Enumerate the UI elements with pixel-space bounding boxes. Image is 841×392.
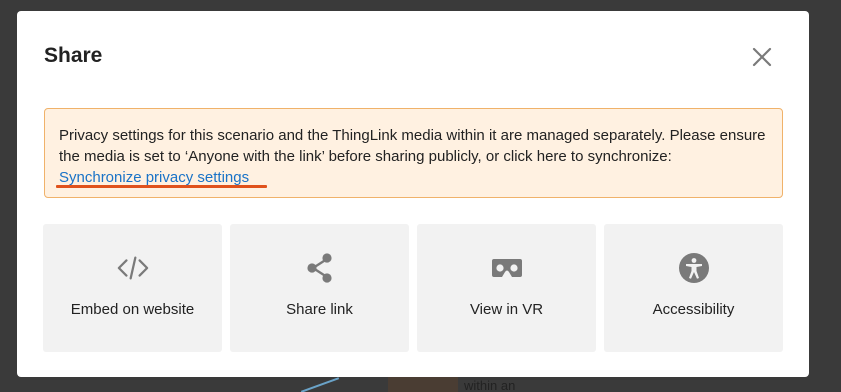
code-icon xyxy=(117,252,149,284)
dialog-title: Share xyxy=(44,44,103,67)
link-highlight-underline xyxy=(56,185,267,188)
accessibility-label: Accessibility xyxy=(652,301,735,318)
background-connector-line xyxy=(300,377,340,392)
embed-on-website-button[interactable]: Embed on website xyxy=(43,224,222,352)
view-in-vr-button[interactable]: View in VR xyxy=(417,224,596,352)
accessibility-icon xyxy=(678,252,710,284)
share-link-label: Share link xyxy=(286,301,353,318)
share-link-button[interactable]: Share link xyxy=(230,224,409,352)
share-icon xyxy=(304,252,336,284)
background-text: within an xyxy=(464,378,516,392)
close-icon xyxy=(752,47,772,67)
share-options: Embed on website Share link View in VR A… xyxy=(43,224,784,352)
privacy-notice-message: Privacy settings for this scenario and t… xyxy=(59,127,766,165)
accessibility-button[interactable]: Accessibility xyxy=(604,224,783,352)
embed-on-website-label: Embed on website xyxy=(70,301,195,318)
share-dialog: Share Privacy settings for this scenario… xyxy=(17,11,809,377)
close-button[interactable] xyxy=(751,46,773,68)
view-in-vr-label: View in VR xyxy=(469,301,544,318)
vr-headset-icon xyxy=(491,252,523,284)
background-thumbnail xyxy=(388,376,458,392)
page-backdrop: within an Share Privacy settings for thi… xyxy=(0,0,841,392)
